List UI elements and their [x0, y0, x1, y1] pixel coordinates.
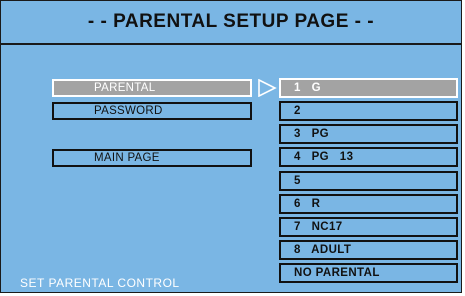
- right-triangle-arrow-icon: [258, 79, 277, 97]
- rating-option-4[interactable]: 4 PG 13: [279, 147, 458, 167]
- menu-item-parental[interactable]: PARENTAL: [52, 79, 252, 97]
- rating-option-6[interactable]: 6 R: [279, 194, 458, 214]
- rating-option-no-parental[interactable]: NO PARENTAL: [279, 263, 458, 283]
- rating-option-3[interactable]: 3 PG: [279, 124, 458, 144]
- rating-option-5[interactable]: 5: [279, 171, 458, 191]
- rating-option-label: 2: [294, 105, 301, 117]
- page-title: - - PARENTAL SETUP PAGE - -: [87, 11, 375, 32]
- rating-option-label: 1 G: [294, 82, 321, 94]
- rating-option-label: 3 PG: [294, 128, 329, 140]
- menu-item-label: PARENTAL: [94, 82, 156, 94]
- menu-item-label: PASSWORD: [94, 105, 163, 117]
- rating-option-8[interactable]: 8 ADULT: [279, 240, 458, 260]
- rating-option-label: NO PARENTAL: [294, 267, 380, 279]
- rating-option-1[interactable]: 1 G: [279, 78, 458, 98]
- rating-option-label: 4 PG 13: [294, 151, 354, 163]
- menu-item-password[interactable]: PASSWORD: [52, 102, 252, 120]
- status-hint: SET PARENTAL CONTROL: [20, 276, 180, 290]
- menu-item-main-page[interactable]: MAIN PAGE: [52, 149, 252, 167]
- rating-option-label: 5: [294, 175, 301, 187]
- rating-option-label: 7 NC17: [294, 221, 343, 233]
- rating-option-2[interactable]: 2: [279, 101, 458, 121]
- page-header: - - PARENTAL SETUP PAGE - -: [1, 1, 461, 45]
- parental-setup-screen: - - PARENTAL SETUP PAGE - - PARENTAL PAS…: [0, 0, 462, 293]
- rating-option-label: 8 ADULT: [294, 244, 352, 256]
- rating-option-label: 6 R: [294, 198, 321, 210]
- menu-item-label: MAIN PAGE: [94, 152, 160, 164]
- rating-option-7[interactable]: 7 NC17: [279, 217, 458, 237]
